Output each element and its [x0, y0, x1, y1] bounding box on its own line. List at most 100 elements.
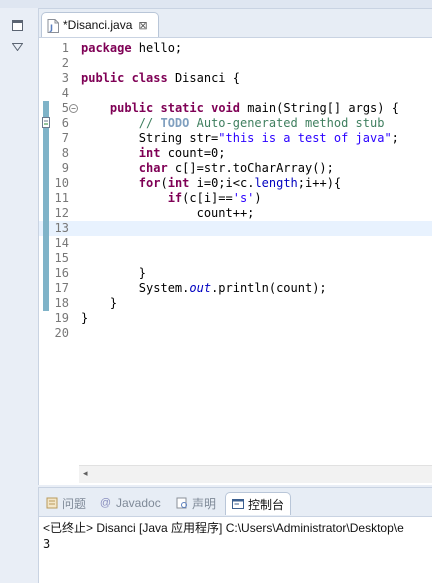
line-number: 11: [54, 191, 69, 205]
code-line[interactable]: 1 package hello;: [39, 41, 432, 56]
code-token: }: [81, 311, 89, 325]
code-line[interactable]: 16 }: [39, 266, 432, 281]
line-number: 2: [61, 56, 69, 70]
code-token: (: [160, 176, 168, 190]
code-token: }: [81, 266, 147, 280]
view-menu-icon[interactable]: [10, 40, 24, 54]
editor-tab-disanci[interactable]: J *Disanci.java ⊠: [41, 12, 159, 37]
code-line[interactable]: 5− public static void main(String[] args…: [39, 101, 432, 116]
code-token: count=0;: [160, 146, 226, 160]
declaration-icon: [175, 497, 188, 510]
tab-console-label: 控制台: [248, 497, 285, 512]
code-line[interactable]: 20: [39, 326, 432, 341]
code-token: ): [254, 191, 262, 205]
code-token: length: [254, 176, 298, 190]
console-status: <已终止> Disanci [Java 应用程序] C:\Users\Admin…: [43, 521, 404, 535]
code-text: char c[]=str.toCharArray();: [81, 161, 334, 176]
code-token: String str=: [81, 131, 219, 145]
restore-icon[interactable]: [10, 18, 24, 32]
code-token: hello;: [131, 41, 183, 55]
code-line[interactable]: 13: [39, 221, 432, 236]
tab-javadoc[interactable]: @ Javadoc: [99, 492, 161, 514]
code-line[interactable]: 2: [39, 56, 432, 71]
line-number: 18: [54, 296, 69, 310]
code-text: count++;: [81, 206, 255, 221]
code-text: System.out.println(count);: [81, 281, 327, 296]
tab-declaration-label: 声明: [192, 496, 217, 511]
code-token: "this is a test of java": [218, 131, 392, 145]
code-line[interactable]: 15: [39, 251, 432, 266]
code-token: count++;: [81, 206, 255, 220]
line-number: 13: [54, 221, 69, 235]
code-text: for(int i=0;i<c.length;i++){: [81, 176, 341, 191]
tab-console[interactable]: 控制台: [225, 492, 292, 515]
code-text: }: [81, 296, 117, 311]
code-line[interactable]: 8 int count=0;: [39, 146, 432, 161]
horizontal-scrollbar[interactable]: ◂: [79, 465, 432, 483]
code-token: static: [160, 101, 204, 115]
code-token: main(String[] args) {: [240, 101, 399, 115]
code-line[interactable]: 18 }: [39, 296, 432, 311]
code-token: int: [167, 176, 190, 190]
bottom-tab-bar: 问题 @ Javadoc 声明 控制台: [39, 488, 432, 517]
code-token: Disanci {: [167, 71, 240, 85]
tab-problems[interactable]: 问题: [45, 492, 86, 514]
fold-toggle-icon[interactable]: −: [69, 104, 78, 113]
code-line[interactable]: 7 String str="this is a test of java";: [39, 131, 432, 146]
code-token: package: [81, 41, 132, 55]
code-token: for: [138, 176, 161, 190]
line-number: 19: [54, 311, 69, 325]
code-token: void: [211, 101, 240, 115]
code-text: }: [81, 266, 146, 281]
code-line[interactable]: 11 if(c[i]=='s'): [39, 191, 432, 206]
code-line[interactable]: 12 count++;: [39, 206, 432, 221]
code-line[interactable]: 19}: [39, 311, 432, 326]
line-number: 14: [54, 236, 69, 250]
scroll-left-icon[interactable]: ◂: [83, 469, 88, 479]
line-number: 16: [54, 266, 69, 280]
bottom-panel: 问题 @ Javadoc 声明 控制台 <已终止> Disanci [Java …: [38, 487, 432, 583]
editor-tab-bar: J *Disanci.java ⊠: [39, 9, 432, 38]
code-line[interactable]: 10 for(int i=0;i<c.length;i++){: [39, 176, 432, 191]
editor-tab-label: *Disanci.java: [63, 18, 133, 32]
svg-text:J: J: [49, 24, 53, 33]
console-icon: [231, 498, 244, 511]
line-number: 17: [54, 281, 69, 295]
line-number: 1: [61, 41, 69, 55]
line-number: 5: [61, 101, 69, 115]
code-token: class: [131, 71, 168, 85]
code-text: if(c[i]=='s'): [81, 191, 262, 206]
code-line[interactable]: 3 public class Disanci {: [39, 71, 432, 86]
close-icon[interactable]: ⊠: [138, 19, 147, 32]
code-lines: 1 package hello; 2 3 public class Disanci {4…: [39, 38, 432, 463]
code-text: }: [81, 311, 88, 326]
code-text: package hello;: [81, 41, 182, 56]
code-token: int: [138, 146, 161, 160]
line-number: 9: [61, 161, 69, 175]
code-line[interactable]: 9 char c[]=str.toCharArray();: [39, 161, 432, 176]
code-token: ;: [391, 131, 399, 145]
tab-javadoc-label: Javadoc: [116, 496, 161, 510]
code-line[interactable]: 14: [39, 236, 432, 251]
problems-icon: [45, 497, 58, 510]
code-line[interactable]: 17 System.out.println(count);: [39, 281, 432, 296]
line-number: 6: [61, 116, 69, 130]
line-number: 15: [54, 251, 69, 265]
code-token: .println(count);: [211, 281, 327, 295]
tab-declaration[interactable]: 声明: [175, 492, 216, 514]
console-view[interactable]: <已终止> Disanci [Java 应用程序] C:\Users\Admin…: [39, 517, 432, 583]
line-number: 10: [54, 176, 69, 190]
code-text: public class Disanci {: [81, 71, 240, 86]
code-area[interactable]: 1 package hello; 2 3 public class Disanci {4…: [39, 38, 432, 463]
top-strip: [0, 0, 432, 8]
code-line[interactable]: 4: [39, 86, 432, 101]
code-line[interactable]: 6 // TODO Auto-generated method stub: [39, 116, 432, 131]
code-token: if: [167, 191, 183, 205]
code-token: i=0;i<c.: [189, 176, 255, 190]
tab-problems-label: 问题: [62, 496, 87, 511]
